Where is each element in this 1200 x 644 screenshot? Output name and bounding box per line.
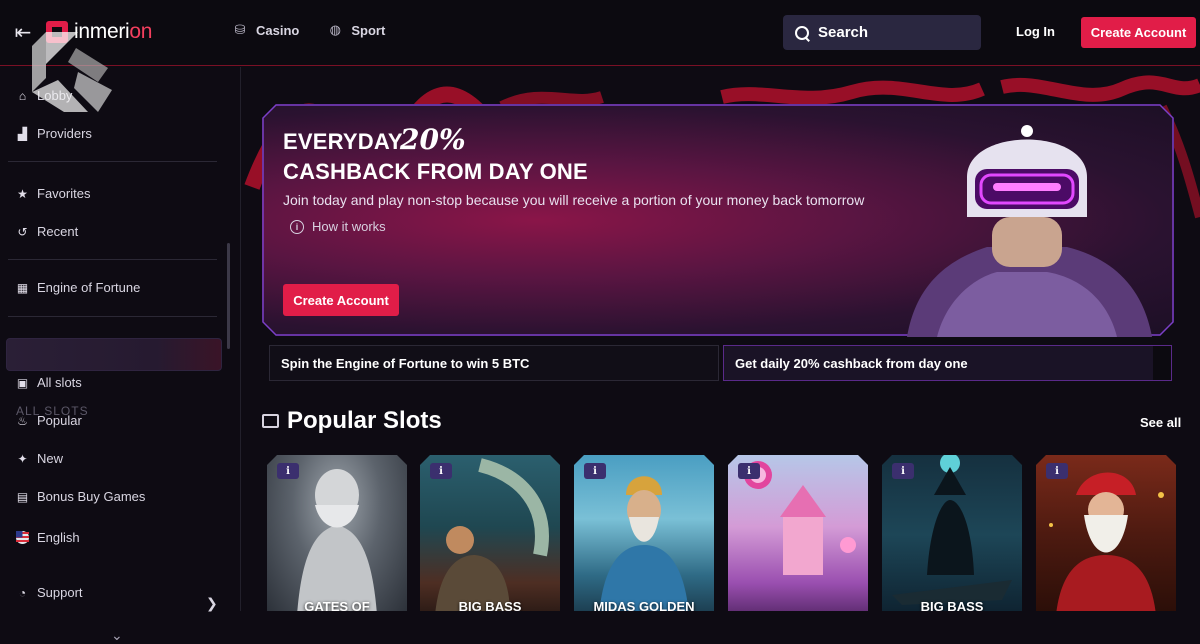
collapse-sidebar-icon[interactable]: ⇤ — [12, 22, 34, 44]
sidebar-item-label: Support — [37, 585, 83, 600]
sidebar-item-label: Providers — [37, 126, 92, 141]
sidebar-item-label: Popular — [37, 413, 82, 428]
banner-title-percent: 20% — [400, 123, 466, 156]
logo-text-accent: on — [129, 20, 153, 43]
game-card[interactable]: i MIDAS GOLDEN — [574, 455, 714, 611]
search-label: Search — [818, 24, 869, 41]
gift-box-icon: ▤ — [16, 489, 29, 504]
promo-strip-engine[interactable]: Spin the Engine of Fortune to win 5 BTC — [269, 345, 719, 381]
game-info-icon[interactable]: i — [1046, 463, 1068, 479]
language-selector[interactable]: English — [16, 530, 80, 545]
us-flag-icon — [16, 531, 29, 544]
grid-icon: ▦ — [16, 280, 29, 295]
flame-icon: ♨ — [17, 413, 28, 428]
game-card[interactable]: i — [1036, 455, 1176, 611]
factory-icon: ▟ — [17, 126, 28, 141]
sidebar-divider — [8, 259, 217, 260]
game-title: BIG BASS — [920, 599, 984, 611]
game-info-icon[interactable]: i — [738, 463, 760, 479]
sidebar-item-new[interactable]: ✦ New — [16, 451, 63, 466]
language-label: English — [37, 530, 80, 545]
banner-title-line1: EVERYDAY — [283, 129, 403, 154]
sidebar-item-popular[interactable]: ♨ Popular — [16, 413, 82, 428]
home-icon: ⌂ — [18, 88, 27, 103]
sparkle-icon: ✦ — [17, 451, 28, 466]
sidebar-item-label: Favorites — [37, 186, 91, 201]
brand-logo[interactable]: inmerion — [46, 20, 152, 44]
banner-create-account-button[interactable]: Create Account — [283, 284, 399, 316]
sidebar-item-recent[interactable]: ↺ Recent — [16, 224, 78, 239]
logo-text: inmeri — [74, 20, 130, 43]
history-icon: ↺ — [17, 224, 28, 239]
game-title: MIDAS GOLDEN — [593, 599, 695, 611]
sidebar-item-label: Engine of Fortune — [37, 280, 141, 295]
game-card[interactable]: i — [728, 455, 868, 611]
logo-mark-icon — [46, 21, 68, 43]
sidebar-item-label: All slots — [37, 375, 82, 390]
main-content: EVERYDAY 20% CASHBACK FROM DAY ONE Join … — [242, 67, 1200, 611]
nav-sport-label: Sport — [351, 22, 386, 38]
sidebar-item-favorites[interactable]: ★ Favorites — [16, 186, 90, 201]
how-it-works-link[interactable]: i How it works — [290, 219, 386, 234]
casino-chips-icon: ⛁ — [234, 22, 246, 37]
sidebar-item-all-slots[interactable]: ▣ All slots — [16, 375, 82, 390]
top-header: ⇤ inmerion ⛁ Casino ◍ Sport Search Log I… — [0, 0, 1200, 66]
chevron-right-icon[interactable]: ❯ — [206, 595, 218, 612]
game-title: BIG BASS — [458, 599, 522, 611]
sidebar-item-bonus-buy[interactable]: ▤ Bonus Buy Games — [16, 489, 146, 504]
nav-sport[interactable]: ◍ Sport — [327, 22, 386, 38]
game-info-icon[interactable]: i — [430, 463, 452, 479]
promo-strip-cashback[interactable]: Get daily 20% cashback from day one — [723, 345, 1172, 381]
sidebar-divider — [8, 316, 217, 317]
search-box[interactable]: Search — [783, 15, 981, 50]
sidebar-item-lobby[interactable]: ⌂ Lobby — [16, 88, 73, 103]
chevron-down-icon[interactable]: ⌄ — [111, 627, 123, 644]
game-info-icon[interactable]: i — [277, 463, 299, 479]
slot-machine-icon: ▣ — [16, 375, 29, 390]
slot-machine-icon — [262, 414, 279, 428]
star-icon: ★ — [17, 186, 28, 201]
nav-casino[interactable]: ⛁ Casino — [232, 22, 300, 38]
top-nav: ⛁ Casino ◍ Sport — [232, 22, 386, 38]
banner-subtitle: Join today and play non-stop because you… — [283, 192, 865, 208]
sidebar-item-label: New — [37, 451, 64, 466]
game-card[interactable]: i BIG BASS — [420, 455, 560, 611]
sidebar-item-support[interactable]: ◔ Support — [16, 585, 83, 600]
sidebar-item-engine-of-fortune[interactable]: ▦ Engine of Fortune — [16, 280, 141, 295]
login-button[interactable]: Log In — [1016, 24, 1055, 39]
game-info-icon[interactable]: i — [584, 463, 606, 479]
how-it-works-label: How it works — [312, 219, 386, 234]
game-card[interactable]: i BIG BASS — [882, 455, 1022, 611]
see-all-link[interactable]: See all — [1140, 415, 1181, 430]
game-card[interactable]: i GATES OF — [267, 455, 407, 611]
headset-icon: ◔ — [18, 585, 27, 600]
info-icon: i — [290, 219, 304, 234]
sidebar-item-providers[interactable]: ▟ Providers — [16, 126, 92, 141]
nav-casino-label: Casino — [256, 22, 300, 38]
sidebar-active-highlight — [6, 338, 222, 371]
sidebar-divider — [8, 161, 217, 162]
section-title-text: Popular Slots — [287, 407, 442, 434]
game-title: GATES OF — [304, 599, 370, 611]
volleyball-icon: ◍ — [329, 22, 342, 37]
create-account-button[interactable]: Create Account — [1081, 17, 1196, 48]
sidebar-item-label: Bonus Buy Games — [37, 489, 146, 504]
game-info-icon[interactable]: i — [892, 463, 914, 479]
popular-slots-heading: Popular Slots — [262, 407, 442, 435]
sidebar-item-label: Recent — [37, 224, 79, 239]
sidebar-item-label: Lobby — [37, 88, 73, 103]
banner-title-line2: CASHBACK FROM DAY ONE — [283, 159, 588, 184]
search-icon — [794, 25, 810, 41]
sidebar: ⌂ Lobby ▟ Providers ★ Favorites ↺ Recent… — [0, 67, 241, 643]
sidebar-scrollbar[interactable] — [227, 243, 230, 349]
